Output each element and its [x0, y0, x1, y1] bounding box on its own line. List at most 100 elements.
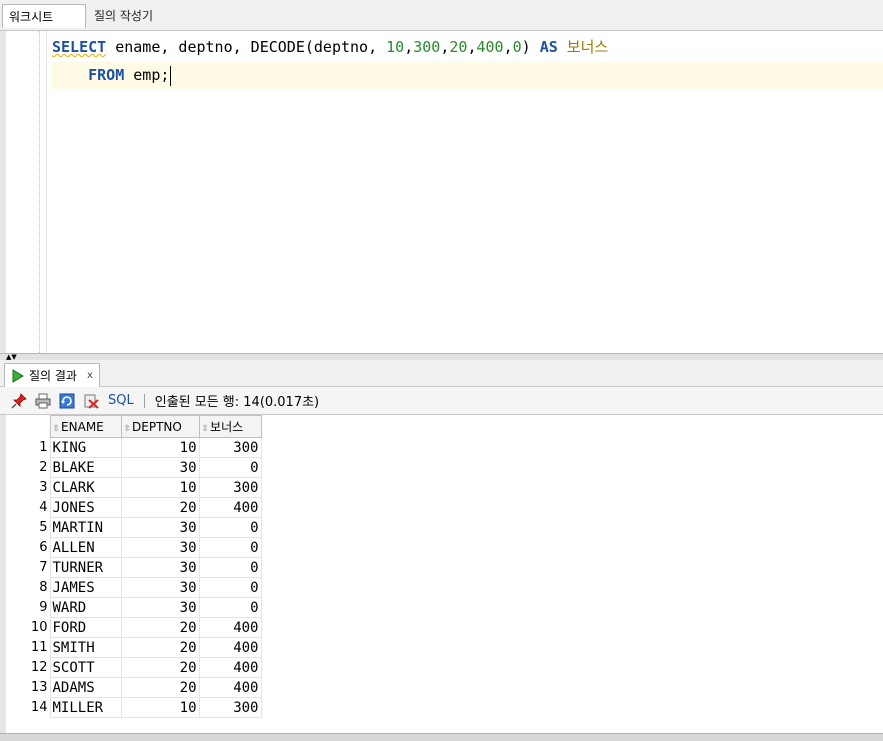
- cell-ename[interactable]: JONES: [49, 497, 122, 518]
- row-number[interactable]: 2: [6, 458, 50, 478]
- table-row[interactable]: 3 CLARK 10 300: [6, 477, 262, 498]
- column-header-deptno[interactable]: ⇳DEPTNO: [120, 415, 200, 438]
- cell-deptno[interactable]: 10: [120, 477, 200, 498]
- table-row[interactable]: 14 MILLER 10 300: [6, 697, 262, 718]
- keyword-select: SELECT: [52, 38, 107, 56]
- row-number[interactable]: 13: [6, 678, 50, 698]
- row-number[interactable]: 6: [6, 538, 50, 558]
- clear-icon[interactable]: [82, 392, 100, 410]
- cell-ename[interactable]: BLAKE: [49, 457, 122, 478]
- cell-deptno[interactable]: 20: [120, 677, 200, 698]
- cell-deptno[interactable]: 30: [120, 557, 200, 578]
- cell-deptno[interactable]: 20: [120, 497, 200, 518]
- column-header-ename[interactable]: ⇳ENAME: [49, 415, 122, 438]
- code-comma: ,: [404, 38, 414, 56]
- cell-deptno[interactable]: 10: [120, 697, 200, 718]
- sql-editor[interactable]: SELECT ename, deptno, DECODE(deptno, 10,…: [0, 31, 883, 353]
- sort-icon[interactable]: ⇳: [124, 424, 132, 434]
- column-header-label: 보너스: [210, 420, 244, 434]
- code-table: emp;: [124, 66, 170, 84]
- print-icon[interactable]: [34, 392, 52, 410]
- row-number[interactable]: 11: [6, 638, 50, 658]
- table-row[interactable]: 12 SCOTT 20 400: [6, 657, 262, 678]
- bottom-status-bar: [0, 733, 883, 741]
- cell-bonus[interactable]: 0: [198, 537, 262, 558]
- sort-icon[interactable]: ⇳: [53, 424, 61, 434]
- cell-ename[interactable]: SCOTT: [49, 657, 122, 678]
- table-row[interactable]: 13 ADAMS 20 400: [6, 677, 262, 698]
- sql-link[interactable]: SQL: [108, 393, 134, 408]
- row-number[interactable]: 5: [6, 518, 50, 538]
- cell-deptno[interactable]: 30: [120, 517, 200, 538]
- cell-ename[interactable]: MARTIN: [49, 517, 122, 538]
- cell-bonus[interactable]: 400: [198, 497, 262, 518]
- cell-deptno[interactable]: 30: [120, 597, 200, 618]
- tab-query-result[interactable]: 질의 결과 x: [4, 363, 100, 387]
- table-row[interactable]: 7 TURNER 30 0: [6, 557, 262, 578]
- row-number[interactable]: 7: [6, 558, 50, 578]
- cell-ename[interactable]: CLARK: [49, 477, 122, 498]
- gutter-margin: [46, 31, 47, 353]
- cell-bonus[interactable]: 0: [198, 557, 262, 578]
- row-number[interactable]: 3: [6, 478, 50, 498]
- code-number: 300: [413, 38, 441, 56]
- code-line-1[interactable]: SELECT ename, deptno, DECODE(deptno, 10,…: [52, 33, 883, 61]
- cell-ename[interactable]: WARD: [49, 597, 122, 618]
- table-row[interactable]: 11 SMITH 20 400: [6, 637, 262, 658]
- table-row[interactable]: 6 ALLEN 30 0: [6, 537, 262, 558]
- table-row[interactable]: 10 FORD 20 400: [6, 617, 262, 638]
- cell-deptno[interactable]: 20: [120, 617, 200, 638]
- cell-bonus[interactable]: 0: [198, 457, 262, 478]
- table-row[interactable]: 1 KING 10 300: [6, 437, 262, 458]
- cell-ename[interactable]: KING: [49, 437, 122, 458]
- cell-deptno[interactable]: 30: [120, 537, 200, 558]
- cell-bonus[interactable]: 300: [198, 697, 262, 718]
- table-row[interactable]: 2 BLAKE 30 0: [6, 457, 262, 478]
- column-header-bonus[interactable]: ⇳보너스: [198, 415, 262, 438]
- cell-bonus[interactable]: 400: [198, 657, 262, 678]
- row-number[interactable]: 4: [6, 498, 50, 518]
- cell-ename[interactable]: ADAMS: [49, 677, 122, 698]
- refresh-icon[interactable]: [58, 392, 76, 410]
- cell-bonus[interactable]: 400: [198, 617, 262, 638]
- cell-ename[interactable]: JAMES: [49, 577, 122, 598]
- table-row[interactable]: 8 JAMES 30 0: [6, 577, 262, 598]
- cell-ename[interactable]: FORD: [49, 617, 122, 638]
- close-icon[interactable]: x: [87, 370, 93, 381]
- row-number[interactable]: 10: [6, 618, 50, 638]
- row-number[interactable]: 14: [6, 698, 50, 718]
- row-number[interactable]: 1: [6, 438, 50, 458]
- cell-deptno[interactable]: 30: [120, 577, 200, 598]
- pin-icon[interactable]: [10, 392, 28, 410]
- text-caret: [170, 65, 172, 86]
- cell-ename[interactable]: TURNER: [49, 557, 122, 578]
- tab-query-builder[interactable]: 질의 작성기: [88, 4, 159, 28]
- row-number[interactable]: 9: [6, 598, 50, 618]
- cell-ename[interactable]: MILLER: [49, 697, 122, 718]
- cell-ename[interactable]: ALLEN: [49, 537, 122, 558]
- cell-bonus[interactable]: 0: [198, 597, 262, 618]
- cell-deptno[interactable]: 30: [120, 457, 200, 478]
- table-row[interactable]: 9 WARD 30 0: [6, 597, 262, 618]
- code-area[interactable]: SELECT ename, deptno, DECODE(deptno, 10,…: [52, 33, 883, 89]
- cell-deptno[interactable]: 10: [120, 437, 200, 458]
- cell-deptno[interactable]: 20: [120, 637, 200, 658]
- cell-ename[interactable]: SMITH: [49, 637, 122, 658]
- tab-worksheet[interactable]: 워크시트: [2, 4, 86, 28]
- cell-bonus[interactable]: 300: [198, 477, 262, 498]
- cell-bonus[interactable]: 0: [198, 517, 262, 538]
- cell-bonus[interactable]: 400: [198, 677, 262, 698]
- code-line-2[interactable]: FROM emp;: [52, 61, 883, 89]
- cell-bonus[interactable]: 400: [198, 637, 262, 658]
- sort-icon[interactable]: ⇳: [202, 424, 210, 434]
- column-header-label: ENAME: [61, 419, 104, 434]
- row-number[interactable]: 12: [6, 658, 50, 678]
- row-number[interactable]: 8: [6, 578, 50, 598]
- table-row[interactable]: 5 MARTIN 30 0: [6, 517, 262, 538]
- cell-bonus[interactable]: 300: [198, 437, 262, 458]
- pane-splitter[interactable]: ▲▼: [0, 353, 883, 361]
- table-row[interactable]: 4 JONES 20 400: [6, 497, 262, 518]
- cell-deptno[interactable]: 20: [120, 657, 200, 678]
- cell-bonus[interactable]: 0: [198, 577, 262, 598]
- grid-header-row: ⇳ENAME ⇳DEPTNO ⇳보너스: [6, 415, 262, 438]
